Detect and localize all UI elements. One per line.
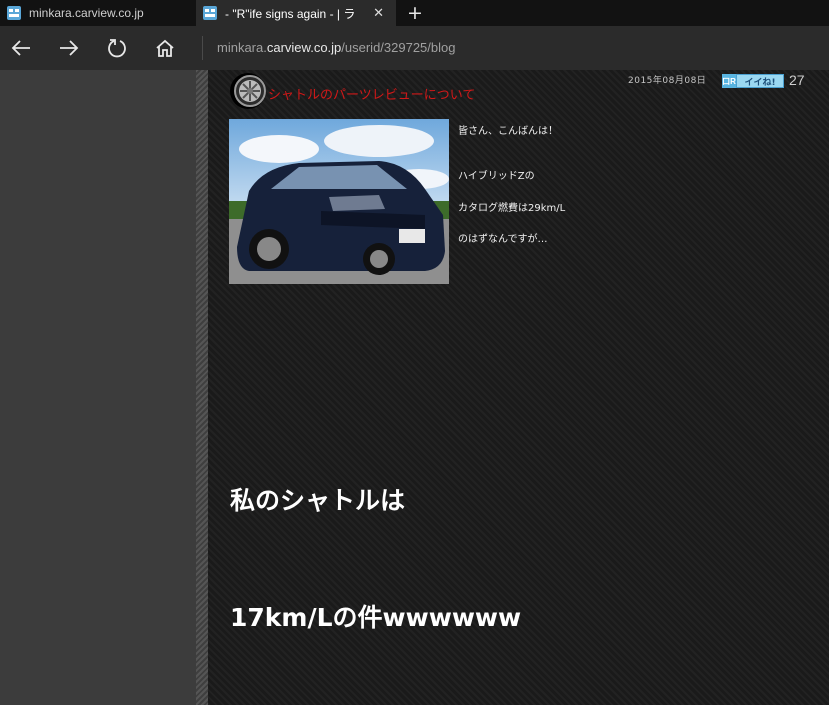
blog-content: シャトルのパーツレビューについて 2015年08月08日 口R イイね! 27 xyxy=(208,70,829,705)
arrow-right-icon xyxy=(60,40,79,56)
tab-title: - "R"ife signs again - | ラ xyxy=(225,6,356,21)
arrow-left-icon xyxy=(11,40,30,56)
excerpt-line: カタログ燃費は29km/L xyxy=(458,203,566,214)
like-button[interactable]: 口R イイね! xyxy=(722,74,784,88)
refresh-button[interactable] xyxy=(105,36,129,60)
tab-blog-active[interactable]: - "R"ife signs again - | ラ ✕ xyxy=(196,0,396,26)
site-favicon-icon xyxy=(6,5,22,21)
home-button[interactable] xyxy=(153,36,177,60)
user-avatar[interactable] xyxy=(230,73,266,109)
tab-title: minkara.carview.co.jp xyxy=(29,6,144,20)
close-tab-icon[interactable]: ✕ xyxy=(373,5,384,21)
refresh-icon xyxy=(108,39,126,58)
address-prefix: minkara. xyxy=(217,40,267,55)
like-badge-icon: 口R xyxy=(722,74,736,88)
big-heading-line: 私のシャトルは xyxy=(230,486,406,515)
site-favicon-icon xyxy=(202,5,218,21)
address-separator xyxy=(202,36,203,60)
home-icon xyxy=(156,39,174,57)
address-bar[interactable]: minkara.carview.co.jp/userid/329725/blog xyxy=(217,40,455,55)
car-photo-icon xyxy=(229,119,449,284)
excerpt-line: ハイブリッドZの xyxy=(458,171,535,182)
tab-minkara[interactable]: minkara.carview.co.jp xyxy=(0,0,196,26)
like-badge-label: イイね! xyxy=(736,74,784,88)
address-host: carview.co.jp xyxy=(266,40,342,55)
address-path: /userid/329725/blog xyxy=(341,40,456,55)
excerpt-line: 皆さん、こんばんは！ xyxy=(458,126,558,137)
excerpt-line: のはずなんですが… xyxy=(458,234,548,245)
big-heading-line: 17km/Lの件wwwwww xyxy=(230,603,522,632)
page-border-strip xyxy=(196,70,208,705)
post-title-link[interactable]: シャトルのパーツレビューについて xyxy=(268,84,475,103)
back-button[interactable] xyxy=(9,36,33,60)
navigation-bar: minkara.carview.co.jp/userid/329725/blog xyxy=(0,26,829,70)
like-count: 27 xyxy=(789,72,805,88)
forward-button[interactable] xyxy=(57,36,81,60)
new-tab-button[interactable]: + xyxy=(404,1,426,25)
wheel-icon xyxy=(234,75,266,107)
post-date: 2015年08月08日 xyxy=(628,76,707,86)
post-thumbnail[interactable] xyxy=(229,119,449,284)
side-panel xyxy=(0,70,196,705)
tab-bar: minkara.carview.co.jp - "R"ife signs aga… xyxy=(0,0,829,26)
